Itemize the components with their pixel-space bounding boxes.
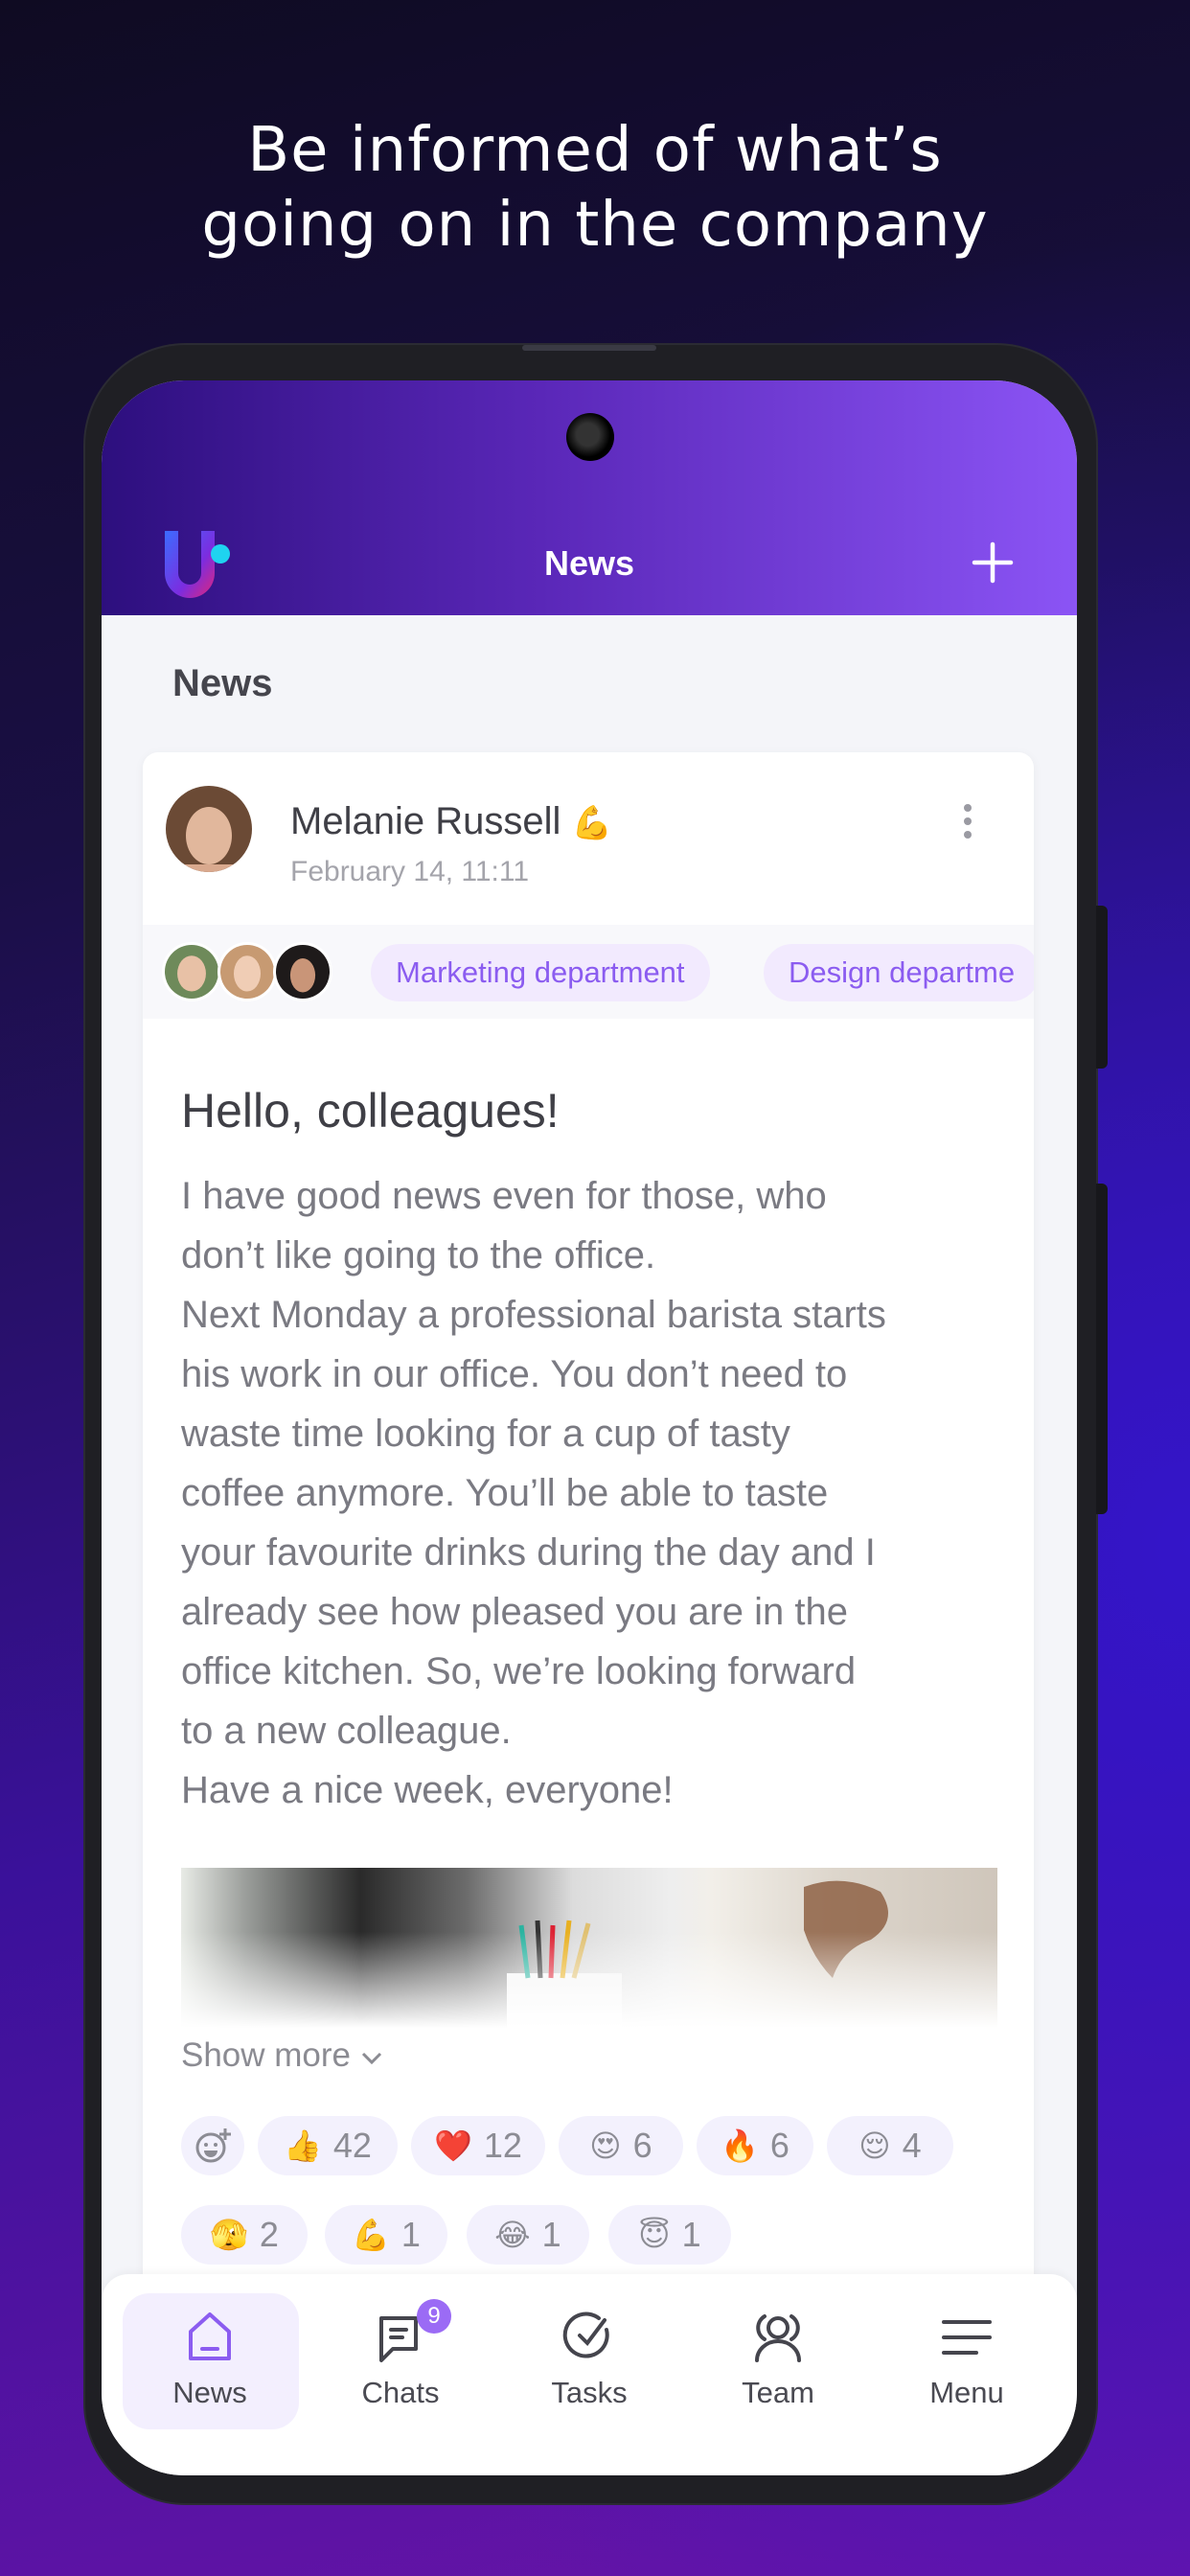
nav-item-news[interactable]: News <box>119 2291 301 2435</box>
nav-item-chats[interactable]: 9 Chats <box>309 2291 492 2435</box>
audience-chip-design[interactable]: Design departme <box>764 944 1034 1001</box>
body-line: already see how pleased you are in the <box>181 1591 849 1633</box>
body-line: waste time looking for a cup of tasty <box>181 1413 790 1455</box>
plus-icon[interactable] <box>972 541 1014 584</box>
reaction-heart-eyes[interactable]: 😍 6 <box>559 2116 683 2175</box>
reaction-thumbs-up[interactable]: 👍 42 <box>258 2116 398 2175</box>
team-icon <box>755 2314 801 2362</box>
recipient-avatar <box>162 942 221 1001</box>
reaction-relieved[interactable]: 😌 4 <box>827 2116 953 2175</box>
show-more-button[interactable]: Show more <box>181 2036 383 2075</box>
hamburger-menu-icon <box>942 2320 992 2355</box>
home-icon <box>189 2312 231 2360</box>
body-line: office kitchen. So, we’re looking forwar… <box>181 1650 857 1692</box>
add-emoji-icon <box>195 2128 231 2163</box>
app-screen: News News Melanie Russell 💪 February 14,… <box>102 380 1077 2475</box>
nav-label: Tasks <box>551 2376 628 2409</box>
phone-speaker <box>522 345 656 351</box>
volume-button <box>1096 906 1108 1069</box>
reaction-muscle[interactable]: 💪 1 <box>325 2205 447 2265</box>
post-body: I have good news even for those, who don… <box>181 1166 886 1820</box>
app-bar-title: News <box>543 543 635 583</box>
reaction-halo[interactable]: 😇 1 <box>608 2205 731 2265</box>
add-reaction-button[interactable] <box>181 2116 244 2175</box>
body-line: Next Monday a professional barista start… <box>181 1294 886 1336</box>
author-name[interactable]: Melanie Russell 💪 <box>290 800 612 843</box>
power-button <box>1096 1184 1108 1514</box>
body-line: Have a nice week, everyone! <box>181 1769 674 1811</box>
nav-item-menu[interactable]: Menu <box>876 2291 1058 2435</box>
promo-headline: Be informed of what’s going on in the co… <box>0 113 1190 263</box>
headline-line: Be informed of what’s <box>247 115 943 186</box>
audience-row: Marketing department Design departme <box>143 925 1034 1019</box>
chevron-down-icon <box>361 2052 381 2065</box>
recipient-avatar <box>217 942 277 1001</box>
nav-label: Team <box>742 2376 814 2409</box>
section-title: News <box>172 662 273 704</box>
muscle-emoji-icon: 💪 <box>571 805 612 841</box>
body-line: his work in our office. You don’t need t… <box>181 1353 848 1395</box>
post-image[interactable] <box>181 1868 997 2028</box>
chats-unread-badge: 9 <box>417 2299 451 2334</box>
body-line: don’t like going to the office. <box>181 1234 656 1276</box>
nav-label: Chats <box>361 2376 440 2409</box>
check-circle-icon <box>562 2312 609 2358</box>
nav-item-tasks[interactable]: Tasks <box>498 2291 680 2435</box>
reaction-fire[interactable]: 🔥 6 <box>697 2116 813 2175</box>
nav-label: Menu <box>929 2376 1004 2409</box>
post-title: Hello, colleagues! <box>181 1084 560 1138</box>
body-line: coffee anymore. You’ll be able to taste <box>181 1472 829 1514</box>
news-post-card: Melanie Russell 💪 February 14, 11:11 Mar… <box>143 752 1034 2381</box>
show-more-label: Show more <box>181 2036 352 2074</box>
app-bar: News <box>102 380 1077 615</box>
more-options-icon[interactable] <box>962 802 973 840</box>
reaction-peeking[interactable]: 🫣 2 <box>181 2205 308 2265</box>
nav-label: News <box>172 2376 247 2409</box>
nav-item-team[interactable]: Team <box>687 2291 869 2435</box>
front-camera <box>566 413 614 461</box>
bottom-nav: News 9 Chats Tasks Team Menu <box>102 2274 1077 2475</box>
body-line: to a new colleague. <box>181 1710 512 1752</box>
body-line: your favourite drinks during the day and… <box>181 1531 876 1574</box>
reaction-joy[interactable]: 😂 1 <box>467 2205 589 2265</box>
body-line: I have good news even for those, who <box>181 1175 827 1217</box>
reaction-heart[interactable]: ❤️ 12 <box>411 2116 545 2175</box>
recipient-avatar <box>273 942 332 1001</box>
author-avatar[interactable] <box>166 786 252 872</box>
audience-chip-marketing[interactable]: Marketing department <box>371 944 710 1001</box>
headline-line: going on in the company <box>201 190 989 261</box>
post-date: February 14, 11:11 <box>290 856 530 887</box>
